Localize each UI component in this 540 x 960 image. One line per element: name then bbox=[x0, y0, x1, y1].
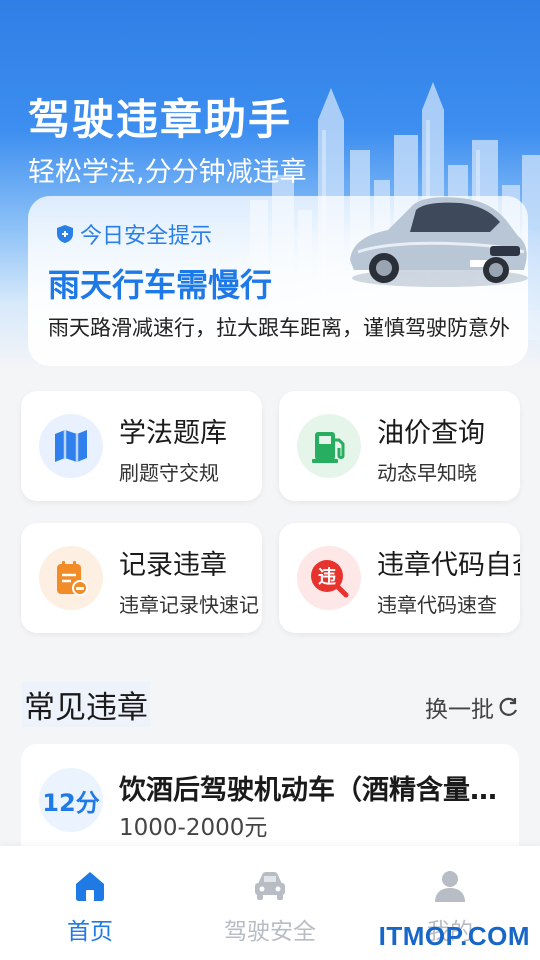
feature-card-fuel[interactable]: 油价查询 动态早知晓 bbox=[279, 391, 520, 501]
nav-label: 首页 bbox=[67, 919, 113, 945]
refresh-button[interactable]: 换一批 bbox=[425, 690, 520, 724]
safety-tip-body: 雨天路滑减速行，拉大跟车距离，谨慎驾驶防意外 bbox=[48, 316, 510, 340]
feature-title: 学法题库 bbox=[119, 418, 227, 449]
violation-fine: 1000-2000元 bbox=[119, 815, 268, 841]
refresh-icon bbox=[499, 697, 518, 716]
watermark-text: ITMOP.COM bbox=[378, 921, 530, 951]
points-badge: 12分 bbox=[39, 768, 103, 832]
car-image bbox=[350, 197, 528, 287]
feature-subtitle: 刷题守交规 bbox=[119, 461, 219, 485]
feature-card-study[interactable]: 学法题库 刷题守交规 bbox=[21, 391, 262, 501]
violation-icon: 违 bbox=[297, 546, 361, 610]
safety-tip-label: 今日安全提示 bbox=[80, 224, 213, 249]
nav-label: 驾驶安全 bbox=[224, 919, 316, 945]
feature-title: 油价查询 bbox=[377, 418, 485, 449]
feature-subtitle: 违章记录快速记 bbox=[119, 593, 259, 617]
feature-subtitle: 动态早知晓 bbox=[377, 461, 477, 485]
safety-tip-header: 今日安全提示 bbox=[56, 218, 212, 250]
map-icon bbox=[39, 414, 103, 478]
refresh-label: 换一批 bbox=[425, 697, 494, 723]
car-icon bbox=[255, 872, 285, 900]
app-subtitle: 轻松学法,分分钟减违章 bbox=[28, 157, 307, 188]
feature-subtitle: 违章代码速查 bbox=[377, 593, 497, 617]
nav-item-driving-safety[interactable]: 驾驶安全 bbox=[180, 846, 360, 960]
home-icon bbox=[76, 872, 104, 901]
feature-title: 违章代码自查 bbox=[377, 550, 520, 581]
feature-card-code-lookup[interactable]: 违 违章代码自查 违章代码速查 bbox=[279, 523, 520, 633]
safety-tip-title: 雨天行车需慢行 bbox=[48, 266, 273, 304]
fuel-icon bbox=[297, 414, 361, 478]
person-icon bbox=[435, 871, 465, 902]
violation-title: 饮酒后驾驶机动车（酒精含量超标） bbox=[119, 775, 499, 806]
shield-icon bbox=[57, 225, 73, 243]
feature-title: 记录违章 bbox=[119, 550, 227, 581]
app-title: 驾驶违章助手 bbox=[28, 95, 293, 144]
hero-banner: 驾驶违章助手 轻松学法,分分钟减违章 今日安全提示 雨天行车需慢行 雨天路滑减速… bbox=[0, 0, 540, 370]
section-title-common-violations: 常见违章 bbox=[22, 682, 150, 727]
nav-item-home[interactable]: 首页 bbox=[0, 846, 180, 960]
notepad-icon bbox=[39, 546, 103, 610]
feature-card-record[interactable]: 记录违章 违章记录快速记 bbox=[21, 523, 262, 633]
violation-icon-glyph: 违 bbox=[318, 566, 336, 588]
